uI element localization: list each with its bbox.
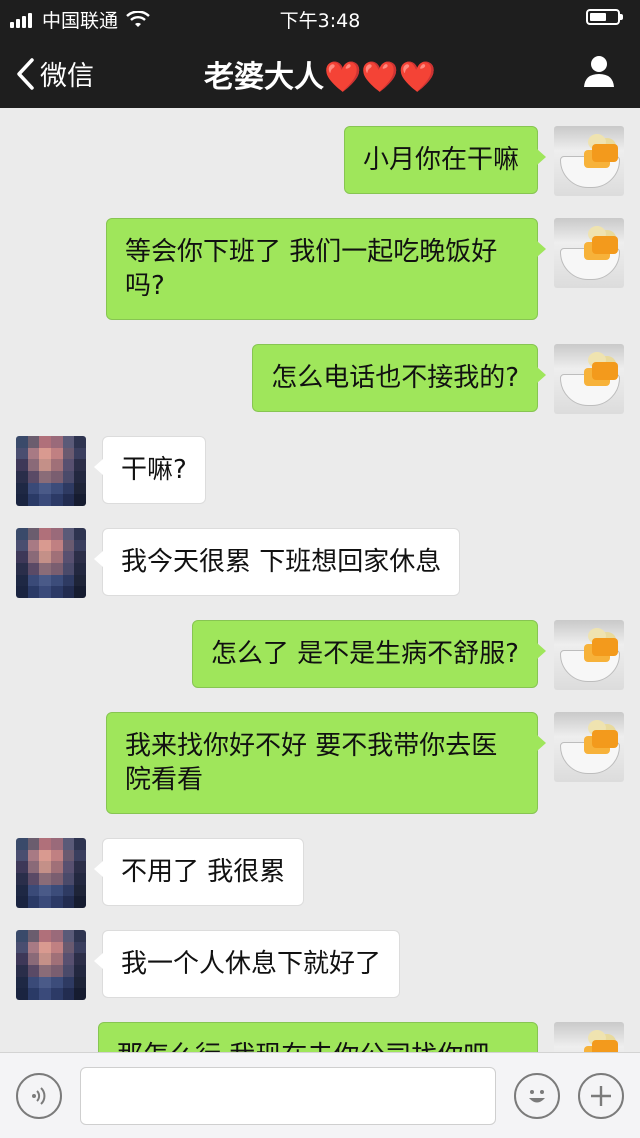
profile-icon[interactable] xyxy=(582,54,616,88)
status-bar: 中国联通 下午3:48 xyxy=(0,0,640,36)
message-bubble-other[interactable]: 不用了 我很累 xyxy=(93,838,305,906)
message-bubble-me[interactable]: 等会你下班了 我们一起吃晚饭好吗? xyxy=(106,218,546,320)
emoji-icon xyxy=(529,1090,545,1103)
voice-button[interactable] xyxy=(16,1073,62,1119)
chat-header: 微信 老婆大人❤️❤️❤️ xyxy=(0,36,640,108)
my-avatar[interactable] xyxy=(554,712,624,782)
contact-avatar[interactable] xyxy=(16,528,86,598)
battery-icon xyxy=(586,9,623,25)
message-bubble-me[interactable]: 那怎么行 我现在去你公司找你吧 xyxy=(98,1022,538,1052)
message-bubble-me[interactable]: 怎么电话也不接我的? xyxy=(252,344,546,412)
my-avatar[interactable] xyxy=(554,218,624,288)
contact-avatar[interactable] xyxy=(16,838,86,908)
chat-title: 老婆大人❤️❤️❤️ xyxy=(0,52,640,96)
title-hearts: ❤️❤️❤️ xyxy=(323,60,437,95)
contact-avatar[interactable] xyxy=(16,930,86,1000)
emoji-button[interactable] xyxy=(514,1073,560,1119)
message-bubble-other[interactable]: 我今天很累 下班想回家休息 xyxy=(93,528,461,596)
my-avatar[interactable] xyxy=(554,344,624,414)
more-button[interactable] xyxy=(578,1073,624,1119)
message-bubble-other[interactable]: 我一个人休息下就好了 xyxy=(93,930,401,998)
input-bar xyxy=(0,1052,640,1138)
my-avatar[interactable] xyxy=(554,126,624,196)
message-bubble-me[interactable]: 我来找你好不好 要不我带你去医院看看 xyxy=(106,712,546,814)
my-avatar[interactable] xyxy=(554,620,624,690)
message-bubble-me[interactable]: 小月你在干嘛 xyxy=(343,126,547,194)
message-input[interactable] xyxy=(80,1067,496,1125)
message-list[interactable]: 小月你在干嘛 等会你下班了 我们一起吃晚饭好吗? 怎么电话也不接我的? 干嘛? … xyxy=(0,108,640,1052)
chat-title-text: 老婆大人 xyxy=(203,60,324,95)
message-bubble-other[interactable]: 干嘛? xyxy=(94,436,206,504)
voice-icon xyxy=(32,1087,46,1105)
contact-avatar[interactable] xyxy=(16,436,86,506)
status-time: 下午3:48 xyxy=(279,10,361,32)
plus-icon xyxy=(591,1086,611,1106)
my-avatar[interactable] xyxy=(554,1022,624,1052)
message-bubble-me[interactable]: 怎么了 是不是生病不舒服? xyxy=(191,620,547,688)
